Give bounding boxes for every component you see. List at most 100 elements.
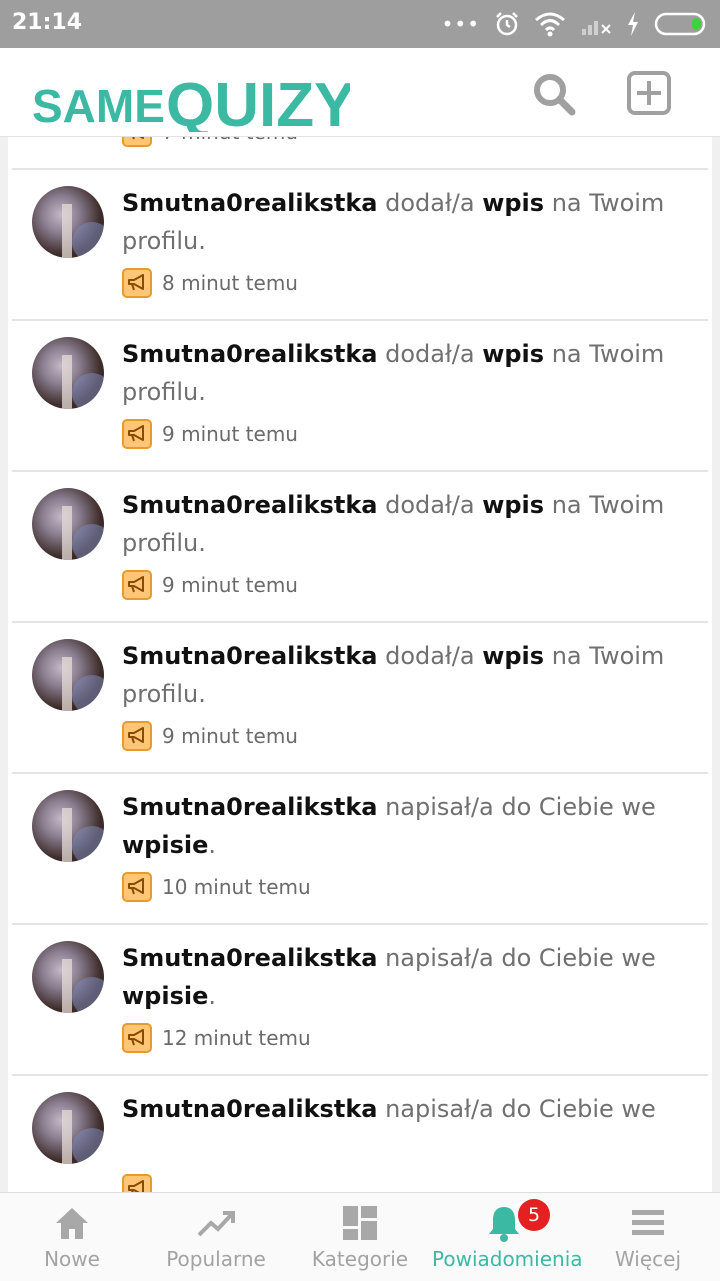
battery-icon	[654, 12, 706, 36]
notification-action: dodał/a	[377, 642, 483, 670]
notification-time: 8 minut temu	[162, 271, 298, 295]
logo-text-small: SAME	[32, 80, 165, 132]
avatar[interactable]	[32, 337, 104, 409]
notification-action: napisał/a do Ciebie we	[377, 793, 656, 821]
megaphone-icon	[128, 425, 144, 442]
megaphone-badge	[122, 872, 152, 902]
notification-item[interactable]: Smutna0realikstka dodał/a wpis na Twoim …	[12, 623, 708, 774]
charging-icon	[628, 12, 638, 36]
notification-meta: 8 minut temu	[122, 266, 298, 300]
notification-item[interactable]: Smutna0realikstka napisał/a do Ciebie we…	[12, 137, 708, 170]
notification-item[interactable]: Smutna0realikstka dodał/a wpis na Twoim …	[12, 472, 708, 623]
app-header: SAME QUIZY	[0, 48, 720, 137]
tab-nowe[interactable]: Nowe	[0, 1193, 144, 1281]
megaphone-icon	[128, 1029, 144, 1046]
more-dots-icon: •••	[441, 12, 480, 36]
notification-meta	[122, 1172, 162, 1192]
status-time: 21:14	[12, 10, 83, 35]
trending-icon	[196, 1203, 236, 1243]
add-square-icon	[627, 71, 671, 115]
notification-time: 9 minut temu	[162, 724, 298, 748]
notification-meta: 7 minut temu	[122, 137, 298, 149]
tab-popularne[interactable]: Popularne	[144, 1193, 288, 1281]
notification-action: dodał/a	[377, 491, 483, 519]
notification-item[interactable]: Smutna0realikstka dodał/a wpis na Twoim …	[12, 321, 708, 472]
avatar[interactable]	[32, 488, 104, 560]
bottom-navigation: Nowe Popularne Kategorie Powiadomienia 5 Więc…	[0, 1192, 720, 1281]
notification-meta: 9 minut temu	[122, 417, 298, 451]
megaphone-icon	[128, 878, 144, 895]
notification-item[interactable]: Smutna0realikstka napisał/a do Ciebie we	[12, 1076, 708, 1192]
notification-text: Smutna0realikstka dodał/a wpis na Twoim …	[122, 184, 682, 260]
notification-item[interactable]: Smutna0realikstka napisał/a do Ciebie we…	[12, 774, 708, 925]
megaphone-badge	[122, 1023, 152, 1053]
tab-więcej[interactable]: Więcej	[576, 1193, 720, 1281]
megaphone-icon	[128, 576, 144, 593]
notification-item[interactable]: Smutna0realikstka napisał/a do Ciebie we…	[12, 925, 708, 1076]
notification-user[interactable]: Smutna0realikstka	[122, 1095, 377, 1123]
avatar[interactable]	[32, 790, 104, 862]
notification-text: Smutna0realikstka dodał/a wpis na Twoim …	[122, 486, 682, 562]
search-button[interactable]	[530, 70, 578, 118]
avatar[interactable]	[32, 1092, 104, 1164]
megaphone-badge	[122, 721, 152, 751]
tab-label: Powiadomienia	[432, 1247, 583, 1271]
notification-user[interactable]: Smutna0realikstka	[122, 793, 377, 821]
megaphone-icon	[128, 274, 144, 291]
tab-kategorie[interactable]: Kategorie	[288, 1193, 432, 1281]
megaphone-icon	[132, 137, 144, 140]
tab-label: Kategorie	[311, 1247, 409, 1271]
notification-text: Smutna0realikstka dodał/a wpis na Twoim …	[122, 335, 682, 411]
home-icon	[52, 1203, 92, 1243]
notifications-panel: Smutna0realikstka napisał/a do Ciebie we…	[8, 137, 712, 1192]
tab-label: Popularne	[166, 1247, 266, 1271]
avatar[interactable]	[32, 639, 104, 711]
notification-user[interactable]: Smutna0realikstka	[122, 189, 377, 217]
notification-meta: 10 minut temu	[122, 870, 311, 904]
notification-action: dodał/a	[377, 189, 483, 217]
megaphone-badge	[122, 570, 152, 600]
notification-text: Smutna0realikstka dodał/a wpis na Twoim …	[122, 637, 682, 713]
megaphone-badge	[122, 268, 152, 298]
avatar[interactable]	[32, 186, 104, 258]
notification-target[interactable]: wpis	[482, 189, 544, 217]
notification-count-badge: 5	[518, 1199, 550, 1231]
megaphone-icon	[128, 1180, 144, 1192]
notification-action: napisał/a do Ciebie we	[377, 944, 656, 972]
tab-powiadomienia[interactable]: Powiadomienia 5	[432, 1193, 583, 1281]
alarm-icon	[496, 12, 518, 36]
notification-text: Smutna0realikstka napisał/a do Ciebie we…	[122, 788, 682, 864]
samequizy-logo[interactable]: SAME QUIZY	[30, 54, 350, 132]
notification-user[interactable]: Smutna0realikstka	[122, 340, 377, 368]
notification-target[interactable]: wpis	[482, 491, 544, 519]
notification-time: 9 minut temu	[162, 573, 298, 597]
notification-time: 9 minut temu	[162, 422, 298, 446]
notification-action: napisał/a do Ciebie we	[377, 1095, 656, 1123]
megaphone-badge	[122, 1174, 152, 1192]
notification-text: Smutna0realikstka napisał/a do Ciebie we	[122, 1090, 682, 1128]
notification-action: dodał/a	[377, 340, 483, 368]
notification-suffix: .	[208, 831, 217, 859]
tab-label: Więcej	[614, 1247, 682, 1271]
notification-user[interactable]: Smutna0realikstka	[122, 491, 377, 519]
notification-time: 12 minut temu	[162, 1026, 311, 1050]
status-bar: 21:14 •••	[0, 0, 720, 48]
notification-user[interactable]: Smutna0realikstka	[122, 642, 377, 670]
avatar[interactable]	[32, 941, 104, 1013]
signal-icon	[582, 21, 611, 35]
notification-target[interactable]: wpisie	[122, 831, 208, 859]
notification-time: 10 minut temu	[162, 875, 311, 899]
notification-meta: 9 minut temu	[122, 719, 298, 753]
notification-target[interactable]: wpis	[482, 340, 544, 368]
status-icons: •••	[442, 8, 708, 40]
notification-target[interactable]: wpis	[482, 642, 544, 670]
notification-meta: 12 minut temu	[122, 1021, 311, 1055]
notification-item[interactable]: Smutna0realikstka dodał/a wpis na Twoim …	[12, 170, 708, 321]
notification-target[interactable]: wpisie	[122, 982, 208, 1010]
notification-time: 7 minut temu	[162, 137, 298, 144]
logo-text-large: QUIZY	[166, 71, 350, 132]
add-button[interactable]	[626, 70, 674, 118]
grid-icon	[340, 1203, 380, 1243]
notification-user[interactable]: Smutna0realikstka	[122, 944, 377, 972]
megaphone-badge	[122, 137, 152, 147]
